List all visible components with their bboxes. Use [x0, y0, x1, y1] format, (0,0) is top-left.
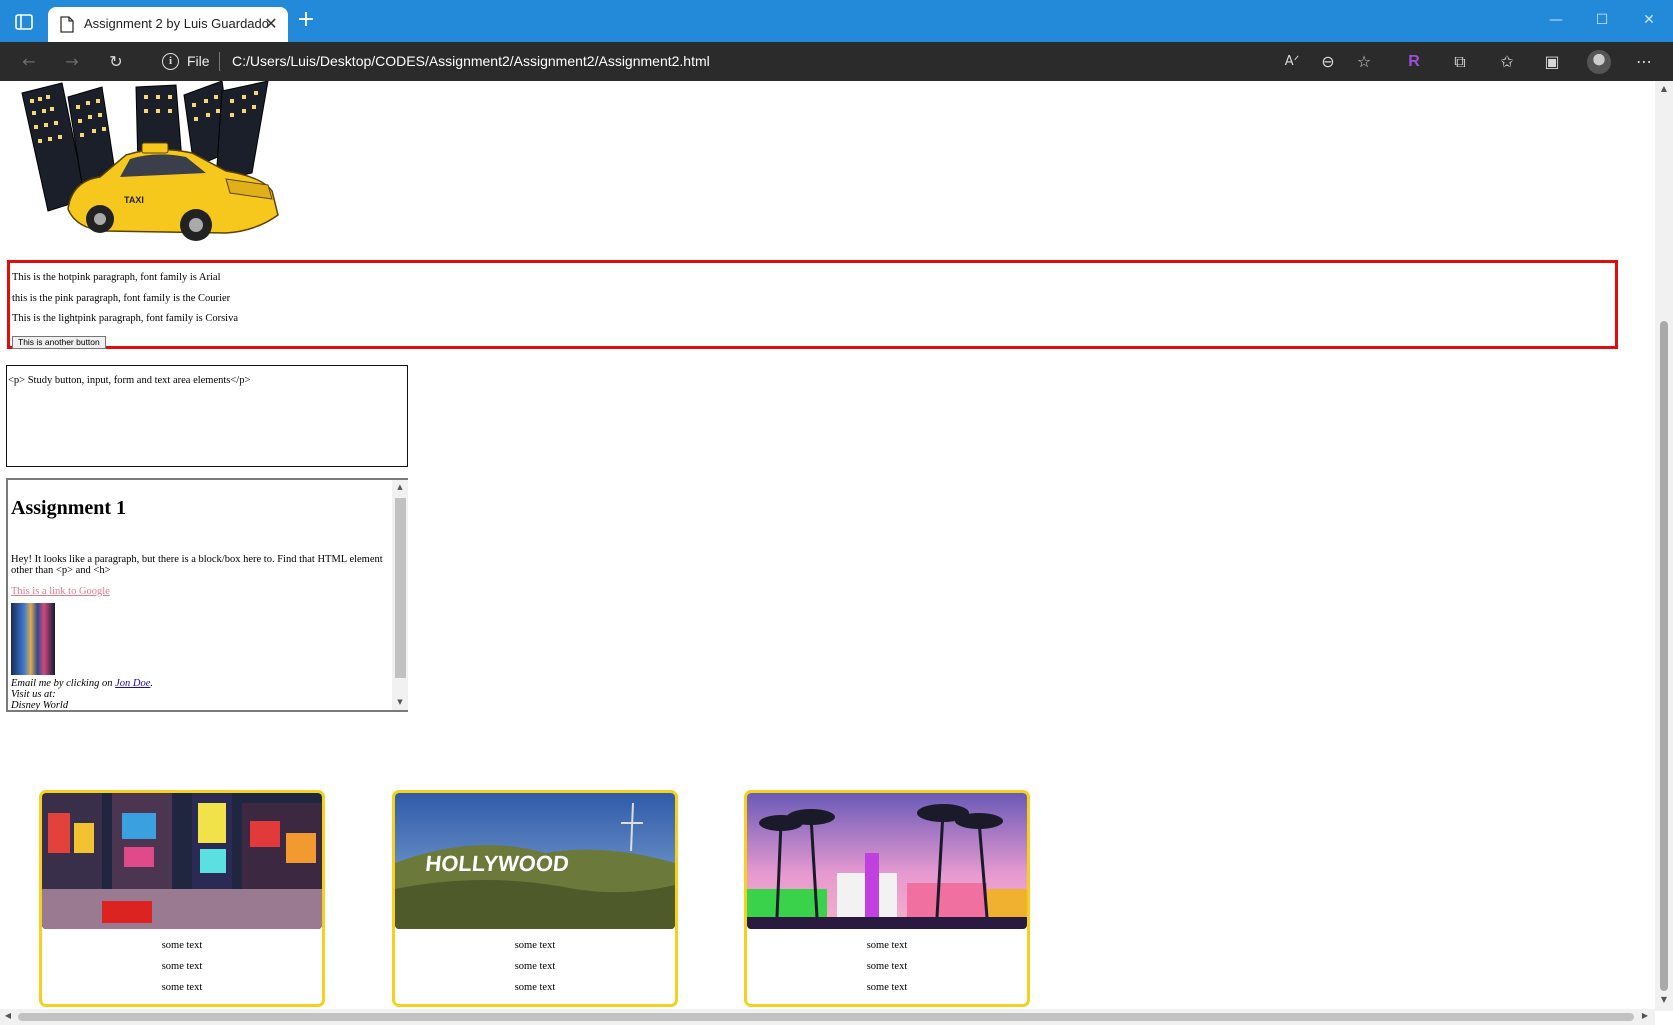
- scroll-up-icon[interactable]: ▲: [1659, 84, 1669, 94]
- card-text-line: some text: [866, 982, 908, 993]
- zoom-out-icon[interactable]: ⊖: [1317, 51, 1339, 73]
- tab-actions-icon[interactable]: [14, 12, 34, 32]
- page-viewport: TAXI This is the hotpink paragraph, font…: [0, 81, 1673, 1025]
- card-text-line: some text: [866, 961, 908, 972]
- more-icon[interactable]: ⋯: [1633, 51, 1655, 73]
- collections-icon[interactable]: ▣: [1541, 51, 1563, 73]
- email-link[interactable]: Jon Doe: [115, 678, 150, 689]
- favorites-icon[interactable]: ✩: [1496, 51, 1518, 73]
- card-text-line: some text: [514, 961, 556, 972]
- iframe-scroll-thumb[interactable]: [395, 498, 406, 678]
- new-tab-icon[interactable]: +: [296, 9, 316, 31]
- title-bar: Assignment 2 by Luis Guardado ✕ + — ☐ ✕: [0, 0, 1673, 42]
- extension-r-icon[interactable]: R: [1403, 51, 1425, 73]
- assignment1-iframe[interactable]: Assignment 1 Hey! It looks like a paragr…: [6, 478, 408, 712]
- tab-title: Assignment 2 by Luis Guardado: [84, 16, 269, 31]
- card-times-square: some text some text some text: [39, 790, 325, 1007]
- card-hollywood: HOLLYWOOD some text some text some text: [392, 790, 678, 1007]
- info-icon[interactable]: i: [162, 53, 179, 70]
- times-square-photo: [42, 793, 322, 929]
- back-icon[interactable]: ←: [18, 51, 40, 73]
- svg-text:HOLLYWOOD: HOLLYWOOD: [424, 851, 570, 876]
- page-icon: [60, 16, 74, 33]
- lightpink-paragraph: This is the lightpink paragraph, font fa…: [12, 313, 239, 324]
- scroll-right-icon[interactable]: ▶: [1640, 1011, 1650, 1023]
- address-divider: [219, 52, 220, 71]
- refresh-icon[interactable]: ↻: [105, 51, 127, 73]
- card-text-line: some text: [161, 982, 203, 993]
- card-text-line: some text: [514, 940, 556, 951]
- google-link[interactable]: This is a link to Google: [11, 586, 110, 597]
- profile-avatar[interactable]: [1587, 50, 1611, 74]
- read-aloud-icon[interactable]: Aᐟ: [1281, 51, 1303, 73]
- address-url[interactable]: C:/Users/Luis/Desktop/CODES/Assignment2/…: [232, 53, 710, 69]
- browser-tab[interactable]: Assignment 2 by Luis Guardado ✕: [48, 7, 288, 42]
- taxi-city-image: TAXI: [21, 81, 279, 241]
- study-textarea[interactable]: <p> Study button, input, form and text a…: [6, 365, 408, 467]
- scroll-down-icon[interactable]: ▼: [395, 698, 405, 708]
- pink-paragraph: this is the pink paragraph, font family …: [12, 293, 231, 304]
- page-vertical-scrollbar[interactable]: ▲ ▼: [1655, 81, 1673, 1011]
- partial-text: Disney World: [11, 700, 69, 711]
- extensions-icon[interactable]: ⧉: [1449, 51, 1471, 73]
- colored-paragraphs-box: This is the hotpink paragraph, font fami…: [7, 260, 1618, 349]
- scroll-down-icon[interactable]: ▼: [1659, 995, 1669, 1005]
- browser-toolbar: ← → ↻ i File C:/Users/Luis/Desktop/CODES…: [0, 42, 1673, 81]
- vertical-scroll-thumb[interactable]: [1660, 321, 1668, 991]
- add-favorite-icon[interactable]: ☆: [1353, 51, 1375, 73]
- miami-photo: [747, 793, 1027, 929]
- close-window-icon[interactable]: ✕: [1634, 8, 1664, 32]
- svg-text:TAXI: TAXI: [124, 195, 144, 205]
- city-night-thumbnail: [11, 603, 55, 675]
- maximize-icon[interactable]: ☐: [1587, 8, 1617, 32]
- forward-icon[interactable]: →: [61, 51, 83, 73]
- minimize-icon[interactable]: —: [1541, 8, 1571, 32]
- email-suffix: .: [150, 678, 153, 689]
- scroll-left-icon[interactable]: ◀: [3, 1011, 13, 1023]
- card-text-line: some text: [514, 982, 556, 993]
- visit-text: Visit us at:: [11, 689, 56, 700]
- iframe-scrollbar[interactable]: ▲ ▼: [392, 480, 408, 710]
- card-text-line: some text: [161, 961, 203, 972]
- iframe-address: Email me by clicking on Jon Doe. Visit u…: [11, 678, 153, 711]
- hollywood-photo: HOLLYWOOD: [395, 793, 675, 929]
- card-text-line: some text: [866, 940, 908, 951]
- iframe-paragraph: Hey! It looks like a paragraph, but ther…: [11, 554, 383, 576]
- iframe-heading: Assignment 1: [11, 497, 127, 519]
- address-scheme-label: File: [187, 53, 210, 69]
- page-horizontal-scrollbar[interactable]: ◀ ▶: [0, 1009, 1655, 1025]
- scroll-up-icon[interactable]: ▲: [395, 483, 405, 493]
- address-bar[interactable]: i File C:/Users/Luis/Desktop/CODES/Assig…: [148, 46, 1386, 77]
- card-text-line: some text: [161, 940, 203, 951]
- hotpink-paragraph: This is the hotpink paragraph, font fami…: [12, 272, 221, 283]
- another-button[interactable]: This is another button: [12, 336, 106, 349]
- horizontal-scroll-thumb[interactable]: [18, 1013, 1634, 1021]
- card-miami: some text some text some text: [744, 790, 1030, 1007]
- close-tab-icon[interactable]: ✕: [262, 15, 280, 33]
- email-prefix: Email me by clicking on: [11, 678, 116, 689]
